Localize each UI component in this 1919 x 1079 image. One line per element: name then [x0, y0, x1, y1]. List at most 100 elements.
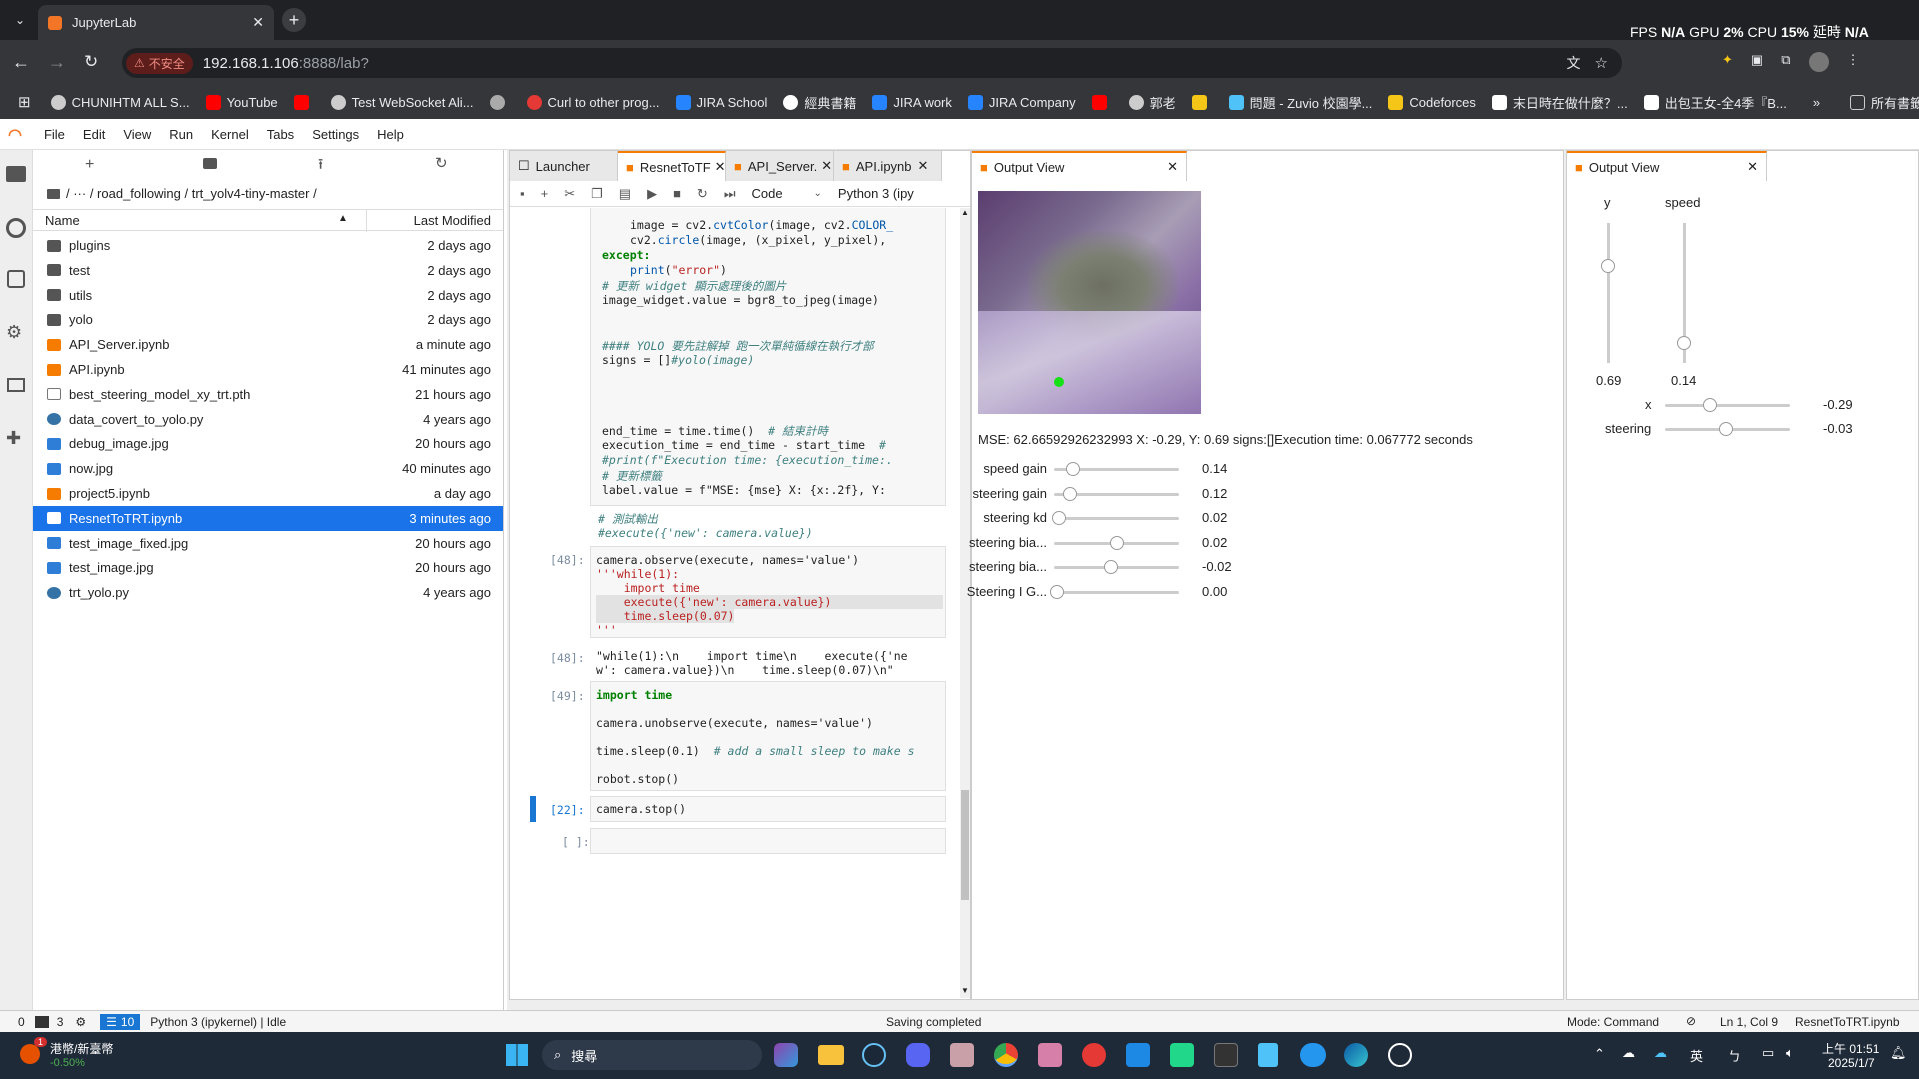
close-tab-icon[interactable]: ✕ — [715, 159, 726, 175]
lens-app-icon[interactable] — [1126, 1043, 1150, 1067]
y-slider-handle[interactable] — [1601, 259, 1615, 274]
forward-icon[interactable]: → — [48, 52, 66, 73]
cursor-position[interactable]: Ln 1, Col 9 — [1720, 1015, 1778, 1029]
refresh-icon[interactable]: ↻ — [435, 154, 448, 172]
breadcrumb-folder-icon[interactable] — [47, 188, 60, 199]
pycharm-icon[interactable] — [1170, 1043, 1194, 1067]
file-row[interactable]: API_Server.ipynb a minute ago — [33, 332, 503, 357]
property-inspector-icon[interactable]: ⚙ — [6, 322, 22, 343]
empty-code-cell[interactable] — [590, 828, 946, 854]
ime-indicator[interactable]: 英 — [1690, 1046, 1703, 1065]
terminal-icon[interactable] — [34, 1015, 49, 1028]
settings-status-icon[interactable]: ⚙ — [75, 1015, 86, 1029]
slider-handle[interactable] — [1050, 585, 1064, 599]
cut-icon[interactable]: ✂ — [564, 186, 575, 202]
tray-chevron-icon[interactable]: ⌃ — [1594, 1046, 1605, 1062]
docker-icon[interactable] — [1300, 1043, 1326, 1067]
slider-handle[interactable] — [1110, 535, 1125, 550]
bookmark-hand[interactable] — [1191, 94, 1213, 110]
star-icon[interactable]: ☆ — [1595, 54, 1608, 72]
breadcrumb[interactable]: / ··· / road_following / trt_yolv4-tiny-… — [47, 186, 317, 201]
bookmark-jira-school[interactable]: JIRA School — [675, 94, 767, 110]
edge-icon[interactable] — [1344, 1043, 1368, 1067]
tab-output-view-2[interactable]: ■ Output View ✕ — [1567, 151, 1767, 181]
extensions-icon[interactable]: ✚ — [6, 428, 21, 449]
file-row[interactable]: data_covert_to_yolo.py 4 years ago — [33, 407, 503, 432]
file-explorer-icon[interactable] — [818, 1045, 844, 1065]
browser-tab-jupyterlab[interactable]: JupyterLab ✕ — [38, 5, 274, 40]
tab-api[interactable]: ■ API.ipynb ✕ — [834, 151, 942, 181]
cloud-icon[interactable]: ☁ — [1622, 1045, 1635, 1061]
steering-slider-handle[interactable] — [1719, 422, 1734, 436]
x-slider-track[interactable] — [1665, 404, 1790, 407]
menu-view[interactable]: View — [123, 127, 151, 142]
file-row[interactable]: now.jpg 40 minutes ago — [33, 456, 503, 481]
slider-track[interactable] — [1054, 517, 1179, 521]
bookmark-chunihtm[interactable]: CHUNIHTM ALL S... — [50, 94, 190, 110]
slider-handle[interactable] — [1063, 486, 1078, 501]
discord-icon[interactable] — [906, 1043, 930, 1067]
reload-icon[interactable]: ↻ — [84, 52, 98, 72]
close-tab-icon[interactable]: ✕ — [918, 158, 929, 174]
file-row[interactable]: trt_yolo.py 4 years ago — [33, 580, 503, 605]
bookmark-anime2[interactable]: 出包王女-全4季『B... — [1643, 93, 1787, 112]
slider-track[interactable] — [1054, 591, 1179, 594]
tab-list-icon[interactable]: ⌄ — [10, 10, 30, 30]
bookmark-guo[interactable]: 郭老 — [1128, 93, 1176, 112]
chrome-icon[interactable] — [994, 1043, 1018, 1067]
run-all-icon[interactable]: ⏭ — [724, 186, 736, 202]
game-icon[interactable] — [950, 1043, 974, 1067]
copy-icon[interactable]: ❐ — [591, 186, 603, 202]
run-icon[interactable]: ▶ — [647, 186, 657, 202]
sort-arrow-icon[interactable]: ▲ — [338, 213, 348, 224]
restart-icon[interactable]: ↻ — [697, 186, 708, 202]
tab-api-server[interactable]: ■ API_Server. ✕ — [726, 151, 834, 181]
address-bar[interactable]: ⚠ 不安全 192.168.1.106 :8888/lab? 文 ☆ — [122, 48, 1622, 78]
file-row[interactable]: project5.ipynb a day ago — [33, 481, 503, 506]
notepad-icon[interactable] — [1258, 1043, 1278, 1067]
bookmark-youtube-3[interactable] — [1091, 94, 1113, 110]
column-last-modified[interactable]: Last Modified — [414, 213, 491, 228]
back-icon[interactable]: ← — [12, 52, 30, 73]
more-bookmarks-icon[interactable]: » — [1813, 95, 1820, 110]
puzzle-icon[interactable]: ⧉ — [1781, 52, 1790, 72]
column-name[interactable]: Name — [45, 213, 80, 228]
start-windows-icon[interactable] — [506, 1044, 528, 1066]
new-launcher-icon[interactable]: + — [85, 156, 94, 174]
network-icon[interactable]: ▭ — [1762, 1045, 1774, 1061]
kernel-status[interactable]: Python 3 (ipykernel) | Idle — [150, 1015, 286, 1029]
new-folder-icon[interactable] — [203, 158, 217, 169]
save-icon[interactable]: ▪ — [520, 186, 525, 201]
bookmark-codeforces[interactable]: Codeforces — [1388, 94, 1476, 110]
bookmark-websocket[interactable]: Test WebSocket Ali... — [330, 94, 474, 110]
chevron-down-icon[interactable]: ⌄ — [814, 188, 822, 199]
menu-edit[interactable]: Edit — [83, 127, 105, 142]
kernel-name[interactable]: Python 3 (ipy — [838, 186, 914, 201]
bookmark-books[interactable]: 經典書籍 — [783, 93, 856, 112]
menu-settings[interactable]: Settings — [312, 127, 359, 142]
translate-icon[interactable]: 文 — [1567, 53, 1581, 73]
menu-run[interactable]: Run — [169, 127, 193, 142]
notification-bell-icon[interactable]: 🔔︎ — [1890, 1045, 1907, 1061]
extension-icon[interactable]: ✦ — [1722, 52, 1733, 72]
stock-widget-icon[interactable] — [20, 1044, 40, 1064]
slider-handle[interactable] — [1065, 462, 1080, 476]
file-row[interactable]: best_steering_model_xy_trt.pth 21 hours a… — [33, 382, 503, 407]
insert-cell-icon[interactable]: + — [541, 186, 549, 201]
cell-type-select[interactable]: Code — [752, 186, 812, 201]
notebook-scrollbar[interactable]: ▲ ▼ — [960, 208, 970, 998]
bookmark-youtube-2[interactable] — [293, 94, 315, 110]
kebab-menu-icon[interactable]: ⋮ — [1847, 52, 1860, 72]
scroll-up-icon[interactable]: ▲ — [961, 208, 969, 217]
close-tab-icon[interactable]: ✕ — [252, 14, 264, 31]
steam-icon[interactable] — [862, 1043, 886, 1067]
bookmark-jira-work[interactable]: JIRA work — [872, 94, 952, 110]
file-row[interactable]: API.ipynb 41 minutes ago — [33, 357, 503, 382]
video-player-icon[interactable] — [1082, 1043, 1106, 1067]
running-icon[interactable] — [6, 218, 26, 238]
paste-icon[interactable]: ▤ — [619, 186, 631, 202]
slider-handle[interactable] — [1052, 511, 1067, 526]
notification-icon[interactable]: ⊘ — [1686, 1014, 1696, 1028]
cells-badge[interactable]: ☰ 10 — [100, 1013, 141, 1030]
upload-icon[interactable]: ⭱ — [318, 154, 323, 179]
